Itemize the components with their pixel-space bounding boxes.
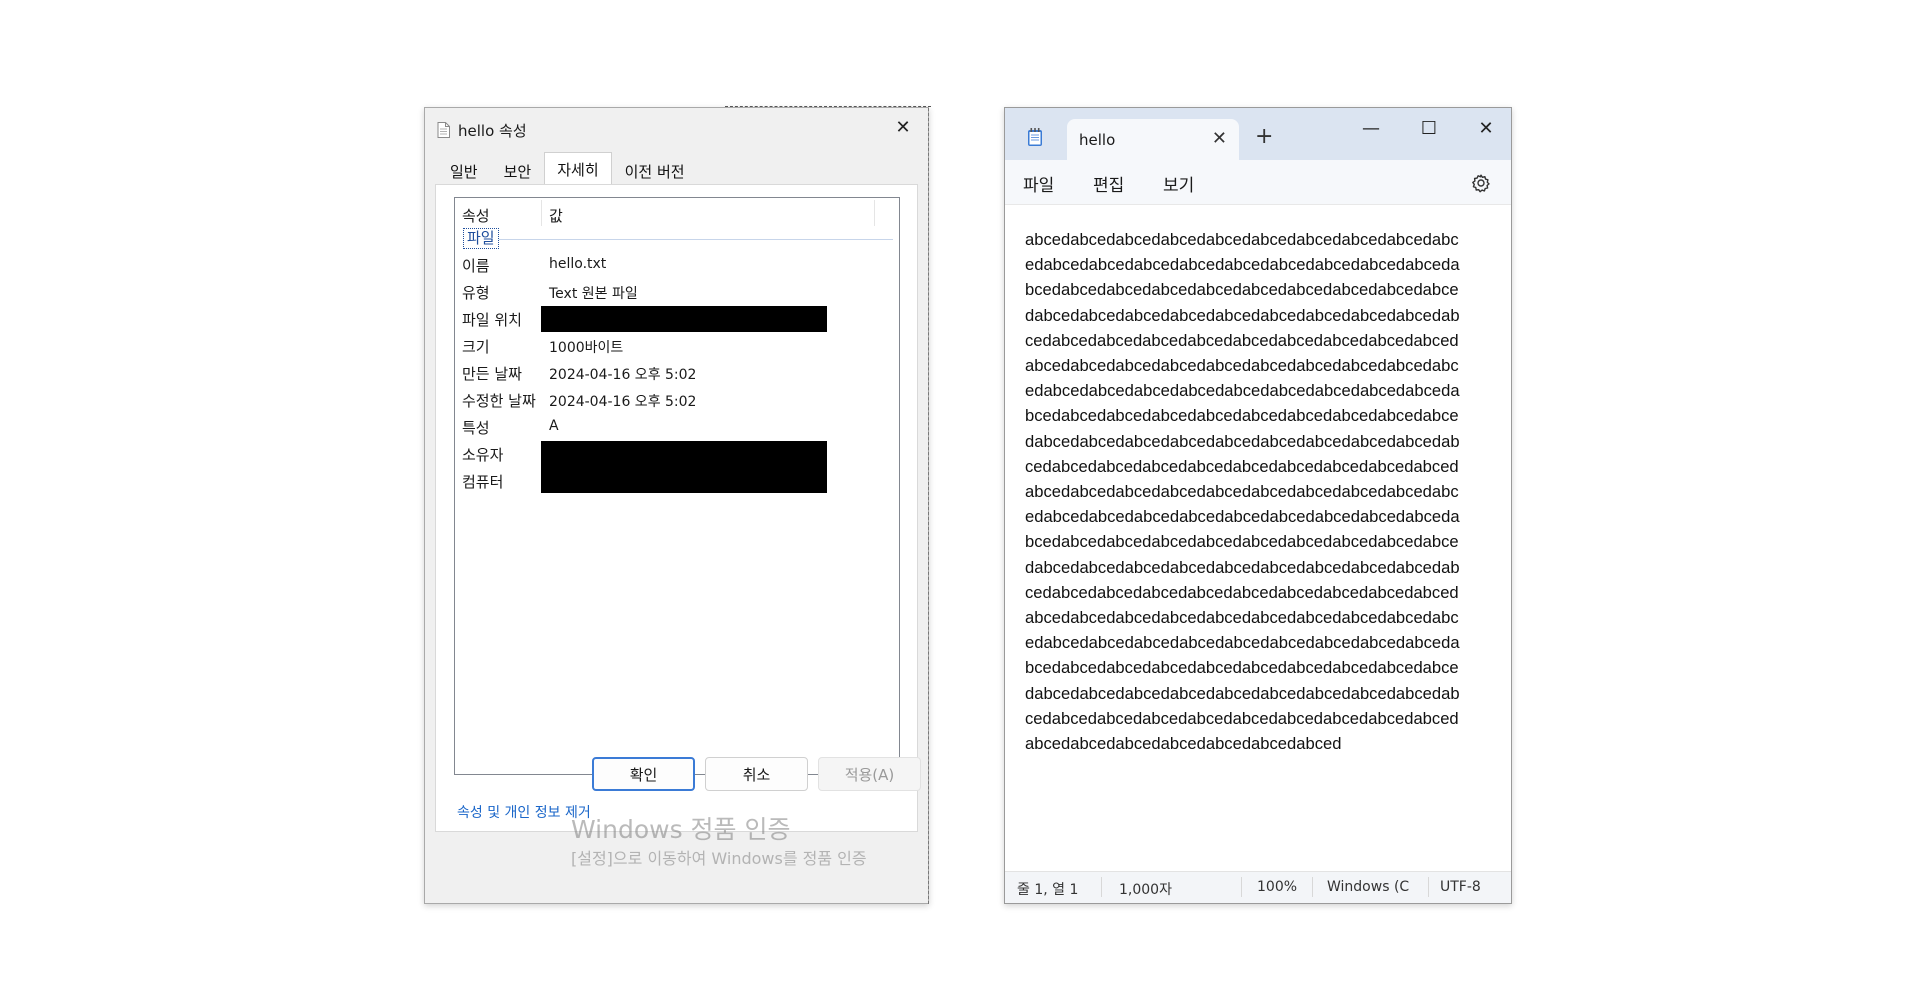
maximize-icon[interactable]: ☐ [1406, 113, 1452, 143]
text-line: edabcedabcedabcedabcedabcedabcedabcedabc… [1025, 255, 1460, 275]
editor-text: abcedabcedabcedabcedabcedabcedabcedabced… [1025, 227, 1511, 756]
table-row[interactable]: 특성 A [455, 414, 899, 440]
row-key: 수정한 날짜 [462, 392, 536, 410]
text-line: bcedabcedabcedabcedabcedabcedabcedabceda… [1025, 406, 1459, 426]
apply-button[interactable]: 적용(A) [818, 757, 921, 791]
row-value: hello.txt [549, 256, 607, 272]
redaction-owner-computer [541, 441, 827, 493]
selection-dash-top [725, 106, 931, 107]
minimize-icon[interactable]: — [1348, 113, 1394, 143]
dialog-title: hello 속성 [458, 121, 527, 140]
tab-bar: 일반 보안 자세히 이전 버전 [437, 152, 698, 187]
close-icon[interactable]: ✕ [886, 112, 920, 142]
text-line: dabcedabcedabcedabcedabcedabcedabcedabce… [1025, 683, 1460, 703]
table-row[interactable]: 유형 Text 원본 파일 [455, 279, 899, 305]
row-key: 유형 [462, 284, 490, 302]
table-row[interactable]: 이름 hello.txt [455, 252, 899, 278]
row-value: A [549, 418, 559, 434]
text-editor[interactable]: abcedabcedabcedabcedabcedabcedabcedabced… [1005, 204, 1511, 855]
ok-button[interactable]: 확인 [592, 757, 695, 791]
text-line: abcedabcedabcedabcedabcedabcedabcedabced… [1025, 230, 1459, 249]
row-value: 2024-04-16 오후 5:02 [549, 367, 697, 383]
text-line: bcedabcedabcedabcedabcedabcedabcedabceda… [1025, 532, 1459, 552]
tab-previous-versions[interactable]: 이전 버전 [612, 156, 698, 186]
column-header-value[interactable]: 값 [549, 205, 563, 226]
text-line: dabcedabcedabcedabcedabcedabcedabcedabce… [1025, 557, 1460, 577]
notepad-app-icon [1028, 128, 1042, 146]
list-header: 속성 값 [455, 198, 899, 230]
close-icon[interactable]: ✕ [1463, 113, 1509, 143]
table-row[interactable]: 크기 1000바이트 [455, 333, 899, 359]
text-line: dabcedabcedabcedabcedabcedabcedabcedabce… [1025, 305, 1460, 325]
status-line-ending[interactable]: Windows (C [1327, 879, 1409, 895]
row-value: 1000바이트 [549, 340, 624, 356]
dialog-title-bar: hello 속성 [437, 118, 527, 142]
text-line: abcedabcedabcedabcedabcedabcedabcedabced… [1025, 482, 1459, 502]
status-encoding[interactable]: UTF-8 [1440, 879, 1481, 895]
table-row[interactable]: 만든 날짜 2024-04-16 오후 5:02 [455, 360, 899, 386]
notepad-titlebar[interactable]: hello ✕ + — ☐ ✕ [1005, 108, 1511, 160]
tab-general[interactable]: 일반 [437, 156, 491, 186]
redaction-location [541, 306, 827, 332]
row-key: 소유자 [462, 446, 504, 464]
details-list[interactable]: 속성 값 파일 이름 hello.txt 유형 Text 원본 파일 파일 위치 [454, 197, 900, 775]
menu-view[interactable]: 보기 [1163, 171, 1194, 196]
text-line: abcedabcedabcedabcedabcedabcedabcedabced… [1025, 356, 1459, 376]
tab-details[interactable]: 자세히 [544, 152, 612, 187]
status-zoom[interactable]: 100% [1257, 879, 1297, 895]
text-line: abcedabcedabcedabcedabcedabcedabced [1025, 734, 1342, 754]
row-key: 이름 [462, 257, 490, 275]
status-bar: 줄 1, 열 1 1,000자 100% Windows (C UTF-8 [1005, 871, 1511, 903]
gear-icon[interactable] [1471, 173, 1491, 193]
details-panel: 속성 값 파일 이름 hello.txt 유형 Text 원본 파일 파일 위치 [435, 184, 918, 832]
activation-watermark-subtitle: [설정]으로 이동하여 Windows를 정품 인증 [571, 849, 867, 868]
status-char-count: 1,000자 [1119, 882, 1172, 898]
text-line: cedabcedabcedabcedabcedabcedabcedabcedab… [1025, 582, 1459, 602]
row-value: 2024-04-16 오후 5:02 [549, 394, 697, 410]
tab-security[interactable]: 보안 [491, 156, 545, 186]
plus-icon[interactable]: + [1255, 124, 1273, 149]
row-value: Text 원본 파일 [549, 286, 638, 302]
text-line: dabcedabcedabcedabcedabcedabcedabcedabce… [1025, 431, 1460, 451]
activation-watermark-title: Windows 정품 인증 [571, 815, 791, 844]
notepad-menubar: 파일 편집 보기 [1005, 160, 1511, 204]
text-line: edabcedabcedabcedabcedabcedabcedabcedabc… [1025, 507, 1460, 527]
cancel-button[interactable]: 취소 [705, 757, 808, 791]
row-key: 특성 [462, 419, 490, 437]
text-line: cedabcedabcedabcedabcedabcedabcedabcedab… [1025, 330, 1459, 350]
menu-file[interactable]: 파일 [1023, 171, 1054, 196]
notepad-window: hello ✕ + — ☐ ✕ 파일 편집 보기 abcedabcedabced… [1004, 107, 1512, 904]
tab-title: hello [1079, 131, 1116, 149]
row-key: 컴퓨터 [462, 473, 504, 491]
selection-dash-side [928, 108, 929, 904]
group-header-file[interactable]: 파일 [463, 228, 893, 250]
close-icon[interactable]: ✕ [1212, 128, 1227, 149]
text-line: cedabcedabcedabcedabcedabcedabcedabcedab… [1025, 708, 1459, 728]
row-key: 크기 [462, 338, 490, 356]
menu-edit[interactable]: 편집 [1093, 171, 1124, 196]
row-key: 만든 날짜 [462, 365, 522, 383]
text-line: cedabcedabcedabcedabcedabcedabcedabcedab… [1025, 456, 1459, 476]
notepad-tab[interactable]: hello ✕ [1067, 119, 1239, 160]
text-line: edabcedabcedabcedabcedabcedabcedabcedabc… [1025, 381, 1460, 401]
group-label: 파일 [463, 228, 499, 249]
status-position: 줄 1, 열 1 [1017, 882, 1079, 898]
text-line: abcedabcedabcedabcedabcedabcedabcedabced… [1025, 608, 1459, 628]
table-row[interactable]: 수정한 날짜 2024-04-16 오후 5:02 [455, 387, 899, 413]
row-key: 파일 위치 [462, 311, 522, 329]
text-line: bcedabcedabcedabcedabcedabcedabcedabceda… [1025, 658, 1459, 678]
text-line: bcedabcedabcedabcedabcedabcedabcedabceda… [1025, 280, 1459, 300]
column-header-property[interactable]: 속성 [462, 205, 490, 226]
text-line: edabcedabcedabcedabcedabcedabcedabcedabc… [1025, 633, 1460, 653]
file-icon [437, 122, 450, 138]
